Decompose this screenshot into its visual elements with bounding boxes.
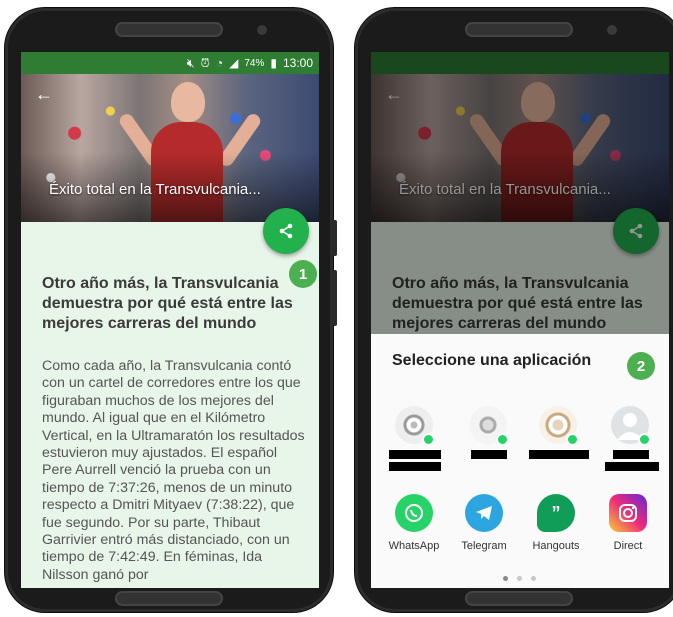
share-app-telegram[interactable]: Telegram: [449, 494, 519, 552]
step-badge-2: 2: [627, 352, 655, 380]
contact-target[interactable]: [605, 406, 659, 471]
share-app-direct[interactable]: Direct: [593, 494, 663, 552]
app-label: Hangouts: [532, 540, 580, 552]
share-app-whatsapp[interactable]: WhatsApp: [379, 494, 449, 552]
redacted-name: [529, 450, 589, 459]
screen-article: 🔇︎ ⏰︎ ◔ ◢ 74% ▮ 13:00 ← Éxito total en l…: [21, 52, 319, 588]
back-arrow-icon[interactable]: ←: [35, 84, 53, 105]
phone-left: 🔇︎ ⏰︎ ◔ ◢ 74% ▮ 13:00 ← Éxito total en l…: [5, 8, 337, 612]
share-app-hangouts[interactable]: ” Hangouts: [521, 494, 591, 552]
telegram-icon: [465, 494, 503, 532]
contact-target[interactable]: [529, 406, 589, 459]
scrim-overlay[interactable]: [371, 52, 669, 334]
power-button: [332, 270, 337, 326]
app-label: Direct: [613, 540, 643, 552]
article-content: Otro año más, la Transvulcania demuestra…: [42, 274, 310, 584]
page-dot: [531, 576, 536, 581]
page-dot-active: [503, 576, 508, 581]
redacted-name: [389, 450, 441, 459]
hero-figure-head: [171, 82, 205, 122]
share-app-list: WhatsApp Telegram ” Hangouts Direct: [371, 494, 669, 564]
share-button[interactable]: [263, 208, 309, 254]
avatar: [395, 406, 435, 446]
app-label: Telegram: [461, 540, 507, 552]
speaker-grille: [115, 22, 223, 37]
avatar: [469, 406, 509, 446]
signal-icon: ◢: [229, 56, 239, 70]
redacted-name: [471, 450, 507, 459]
redacted-name: [605, 462, 659, 471]
front-camera: [607, 25, 617, 35]
whatsapp-badge-icon: [638, 433, 651, 446]
bottom-speaker-grille: [115, 591, 223, 606]
volume-button: [332, 220, 337, 256]
recent-contacts: [371, 406, 669, 486]
alarm-icon: ⏰︎: [200, 55, 210, 70]
page-indicator: [503, 576, 536, 581]
front-camera: [257, 25, 267, 35]
avatar-placeholder-icon: [611, 406, 651, 446]
phone-right: ← Éxito total en la Transvulcania... Otr…: [355, 8, 673, 612]
contact-target[interactable]: [389, 406, 441, 471]
hero-image: ← Éxito total en la Transvulcania...: [21, 74, 319, 222]
article-body: Como cada año, la Transvulcania contó co…: [42, 358, 305, 583]
share-sheet: Seleccione una aplicación 2 WhatsApp Tel…: [371, 334, 669, 588]
whatsapp-badge-icon: [496, 433, 509, 446]
instagram-direct-icon: [609, 494, 647, 532]
speaker-grille: [465, 22, 573, 37]
battery-icon: ▮: [270, 56, 277, 70]
status-time: 13:00: [282, 56, 313, 70]
whatsapp-badge-icon: [566, 433, 579, 446]
whatsapp-icon: [395, 494, 433, 532]
mute-icon: 🔇︎: [186, 55, 195, 70]
screen-share-sheet: ← Éxito total en la Transvulcania... Otr…: [371, 52, 669, 588]
avatar: [539, 406, 579, 446]
bottom-speaker-grille: [465, 591, 573, 606]
contact-target[interactable]: [463, 406, 513, 459]
hero-title: Éxito total en la Transvulcania...: [49, 181, 261, 198]
whatsapp-badge-icon: [422, 433, 435, 446]
battery-level: 74%: [244, 57, 265, 69]
wifi-icon: ◔: [215, 56, 224, 70]
share-sheet-title: Seleccione una aplicación: [392, 352, 592, 369]
share-icon: [279, 223, 293, 239]
redacted-name: [389, 462, 441, 471]
hangouts-icon: ”: [537, 494, 575, 532]
redacted-name: [613, 450, 649, 459]
article-title: Otro año más, la Transvulcania demuestra…: [42, 275, 293, 332]
app-label: WhatsApp: [388, 540, 440, 552]
page-dot: [517, 576, 522, 581]
status-bar: 🔇︎ ⏰︎ ◔ ◢ 74% ▮ 13:00: [21, 52, 319, 74]
